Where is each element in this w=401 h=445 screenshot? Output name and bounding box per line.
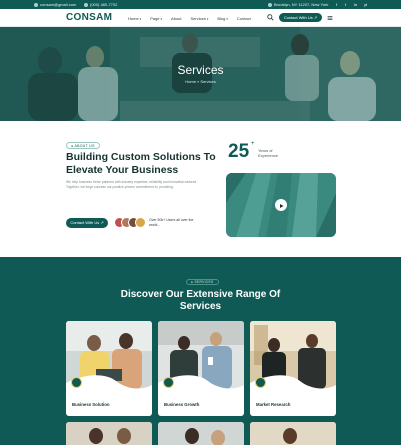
breadcrumb-home[interactable]: Home	[185, 79, 196, 84]
nav-item-services[interactable]: Services▾	[191, 16, 209, 21]
nav-contact-label: Contact	[236, 16, 251, 21]
top-bar: consam@gmail.com (000) 480-7702 Brooklyn…	[0, 0, 401, 9]
phone-text: (000) 480-7702	[90, 2, 118, 7]
nav-services-label: Services	[190, 16, 206, 21]
play-icon	[280, 204, 284, 208]
nav-item-blog[interactable]: Blog▾	[217, 16, 228, 21]
twitter-icon[interactable]: t	[345, 2, 346, 7]
service-image	[158, 422, 244, 445]
growth-icon	[163, 377, 174, 388]
menu-icon[interactable]	[327, 15, 333, 21]
service-card-label: Market Research	[256, 402, 291, 407]
site-header: CONSAM Home▾ Page▾ About Services▾ Blog▾…	[0, 9, 401, 27]
location-icon	[268, 3, 272, 7]
nav-item-home[interactable]: Home▾	[128, 16, 141, 21]
top-bar-address: Brooklyn, NY 11207, New York	[268, 2, 328, 7]
service-card-business-growth[interactable]: Business Growth	[158, 321, 244, 416]
services-tag: ● SERVICES	[186, 279, 219, 285]
nav-item-about[interactable]: About	[171, 16, 181, 21]
chevron-down-icon: ▾	[206, 17, 209, 21]
linkedin-icon[interactable]: in	[354, 2, 357, 7]
service-card-market-research[interactable]: Market Research	[250, 321, 336, 416]
email-text: consam@gmail.com	[40, 2, 77, 7]
service-image	[66, 422, 152, 445]
client-avatars	[114, 217, 146, 228]
service-card-label: Business Solution	[72, 402, 110, 407]
nav-item-page[interactable]: Page▾	[150, 16, 162, 21]
breadcrumb-current: Services	[200, 79, 216, 84]
service-card-next-3[interactable]	[250, 422, 336, 445]
nav-page-label: Page	[150, 16, 160, 21]
service-card-label: Business Growth	[164, 402, 200, 407]
site-logo[interactable]: CONSAM	[66, 12, 112, 23]
contact-button-label: Contact With Us	[283, 15, 313, 20]
search-icon[interactable]	[267, 14, 274, 21]
about-contact-button[interactable]: Contact With Us ↗	[66, 218, 108, 228]
breadcrumb-separator: »	[197, 79, 200, 84]
chevron-down-icon: ▾	[139, 17, 142, 21]
nav-blog-label: Blog	[217, 16, 226, 21]
service-card-next-1[interactable]	[66, 422, 152, 445]
service-image	[250, 422, 336, 445]
phone-icon	[84, 3, 88, 7]
chart-pie-icon	[255, 377, 266, 388]
facebook-icon[interactable]: f	[336, 2, 337, 7]
nav-home-label: Home	[128, 16, 139, 21]
hero-banner: Services Home » Services	[0, 27, 401, 121]
service-card-next-2[interactable]	[158, 422, 244, 445]
nav-about-label: About	[171, 16, 182, 21]
nav-item-contact[interactable]: Contact	[237, 16, 251, 21]
about-heading: Building Custom Solutions To Elevate You…	[66, 151, 216, 176]
years-value: 25	[228, 141, 250, 162]
chevron-down-icon: ▾	[160, 17, 163, 21]
contact-button[interactable]: Contact With Us ↗	[279, 13, 322, 22]
page-title: Services	[177, 63, 224, 77]
briefcase-icon	[71, 377, 82, 388]
services-heading: Discover Our Extensive Range Of Services	[120, 289, 281, 312]
top-bar-phone[interactable]: (000) 480-7702	[84, 2, 117, 7]
services-tag-label: SERVICES	[194, 280, 214, 284]
play-button[interactable]	[275, 199, 287, 211]
about-contact-label: Contact With Us	[70, 220, 100, 225]
about-description: We help business thrive partners with in…	[66, 180, 198, 189]
address-text: Brooklyn, NY 11207, New York	[274, 2, 329, 7]
youtube-icon[interactable]: yt	[364, 2, 367, 7]
mail-icon	[34, 3, 38, 7]
main-nav: Home▾ Page▾ About Services▾ Blog▾ Contac…	[128, 16, 260, 21]
clients-count-text: Over 50k+ Users all over the world...	[149, 218, 194, 227]
breadcrumb: Home » Services	[0, 79, 401, 84]
services-section: ● SERVICES Discover Our Extensive Range …	[0, 257, 401, 445]
service-card-business-solution[interactable]: Business Solution	[66, 321, 152, 416]
chevron-down-icon: ▾	[226, 17, 228, 21]
top-bar-email[interactable]: consam@gmail.com	[34, 2, 76, 7]
years-suffix: +	[251, 141, 255, 147]
about-tag-label: ABOUT US	[74, 144, 95, 148]
years-label: Years of Experience	[258, 148, 279, 158]
about-tag: ● ABOUT US	[66, 142, 100, 149]
avatar	[135, 217, 146, 228]
